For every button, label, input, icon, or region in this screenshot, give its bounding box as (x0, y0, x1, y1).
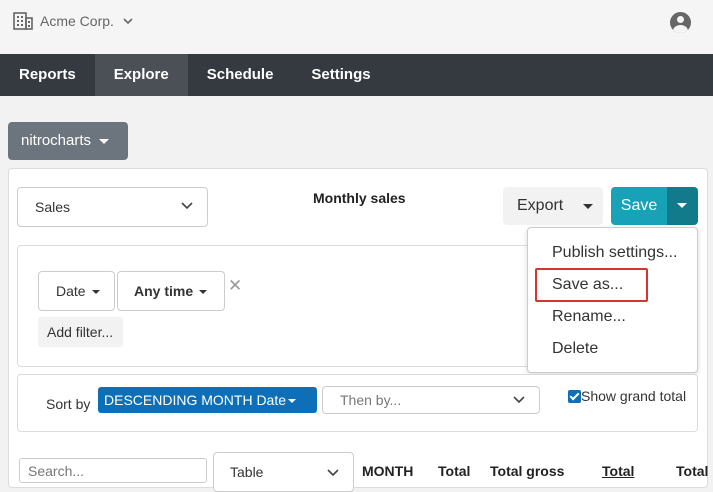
column-header-total-sorted[interactable]: Total (602, 463, 634, 479)
export-button[interactable]: Export (503, 187, 603, 225)
filter-range-dropdown[interactable]: Any time (117, 271, 225, 311)
user-circle-icon[interactable] (670, 12, 691, 33)
view-type-value: Table (230, 464, 264, 480)
menu-item-rename[interactable]: Rename... (552, 308, 626, 326)
export-label: Export (517, 197, 564, 214)
menu-item-delete[interactable]: Delete (552, 340, 598, 358)
source-select-value: Sales (35, 199, 71, 215)
column-header-total[interactable]: Total (438, 463, 470, 479)
column-header-total-gross[interactable]: Total gross (490, 463, 564, 479)
chevron-down-icon (513, 396, 525, 404)
caret-down-icon (677, 203, 687, 208)
filter-range-label: Any time (134, 283, 194, 299)
caret-down-icon (199, 290, 208, 295)
grand-total-checkbox[interactable] (568, 389, 581, 403)
sort-secondary-select[interactable]: Then by... (322, 386, 540, 414)
main-nav: Reports Explore Schedule Settings (0, 54, 713, 96)
org-switcher[interactable]: Acme Corp. (13, 12, 133, 30)
close-icon[interactable]: ✕ (228, 276, 242, 296)
filter-field-label: Date (56, 283, 86, 299)
sort-primary-label: DESCENDING MONTH Date (104, 392, 287, 408)
filter-field-dropdown[interactable]: Date (38, 271, 115, 311)
chevron-down-icon (123, 17, 133, 24)
building-icon (13, 12, 33, 30)
tab-schedule[interactable]: Schedule (188, 54, 293, 96)
grand-total-toggle[interactable]: Show grand total (568, 388, 686, 404)
source-select[interactable]: Sales (17, 187, 208, 227)
column-header-total-extra[interactable]: Total (676, 463, 708, 479)
highlight-annotation (535, 268, 648, 302)
top-bar: Acme Corp. (0, 0, 713, 54)
tab-settings[interactable]: Settings (292, 54, 389, 96)
caret-down-icon (583, 204, 593, 209)
grand-total-label: Show grand total (581, 388, 687, 404)
sort-by-label: Sort by (46, 396, 91, 412)
save-button[interactable]: Save (611, 187, 667, 225)
search-input[interactable] (19, 458, 207, 483)
chevron-down-icon (181, 202, 193, 210)
datasource-dropdown-button[interactable]: nitrocharts (8, 122, 128, 160)
save-dropdown-toggle[interactable] (667, 187, 698, 225)
view-type-select[interactable]: Table (213, 452, 354, 492)
caret-down-icon (99, 138, 110, 144)
tab-reports[interactable]: Reports (0, 54, 95, 96)
sort-secondary-placeholder: Then by... (340, 392, 402, 408)
sort-primary-dropdown[interactable]: DESCENDING MONTH Date (98, 387, 317, 413)
datasource-label: nitrocharts (21, 132, 92, 149)
menu-item-publish-settings[interactable]: Publish settings... (552, 244, 677, 262)
add-filter-button[interactable]: Add filter... (38, 317, 123, 347)
chevron-down-icon (327, 469, 339, 477)
report-title: Monthly sales (313, 190, 406, 206)
caret-down-icon (288, 399, 297, 404)
column-header-month[interactable]: MONTH (362, 463, 413, 479)
tab-explore[interactable]: Explore (94, 54, 188, 96)
caret-down-icon (91, 290, 100, 295)
org-name: Acme Corp. (40, 13, 114, 29)
